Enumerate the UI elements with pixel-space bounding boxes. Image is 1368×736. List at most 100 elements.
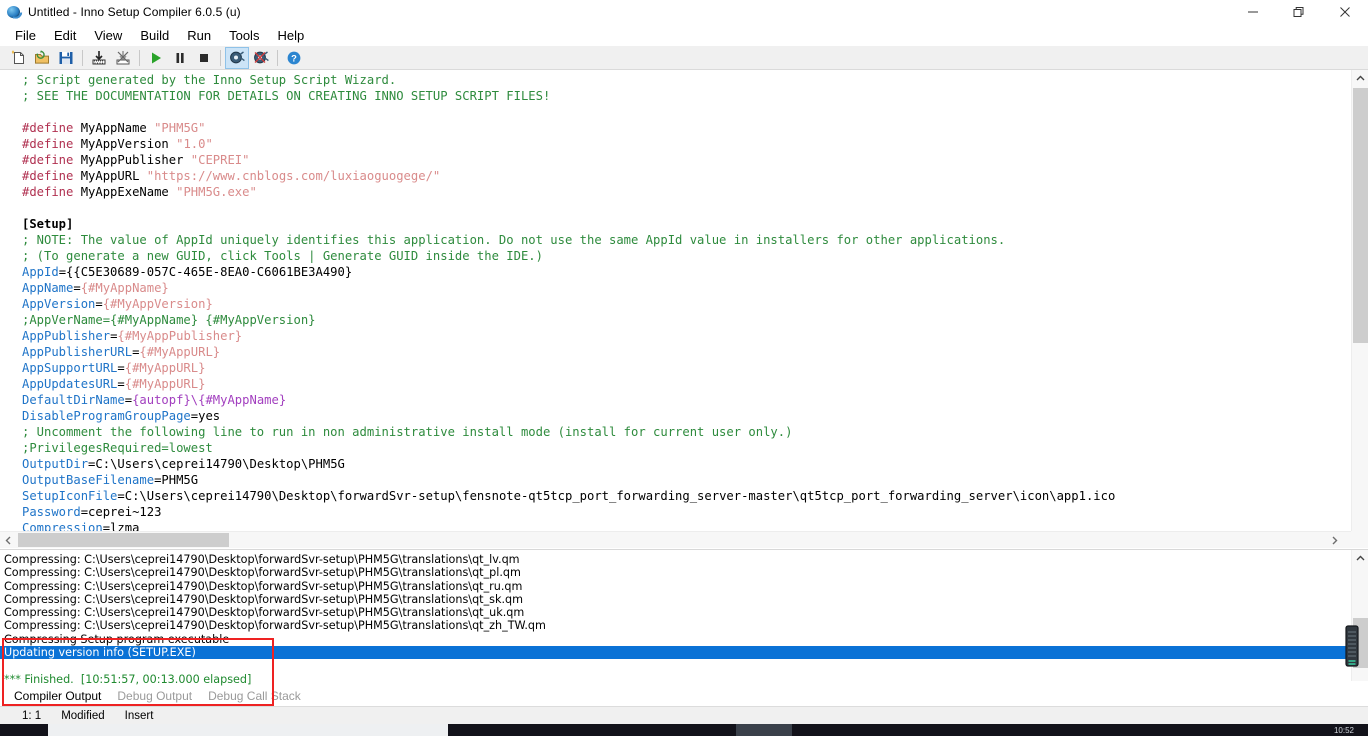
run-icon[interactable]	[144, 47, 168, 69]
code-line[interactable]	[22, 104, 1115, 120]
code-key: AppId	[22, 265, 59, 279]
help-icon[interactable]: ?	[282, 47, 306, 69]
code-identifier: MyAppURL	[73, 169, 147, 183]
stop-icon[interactable]	[192, 47, 216, 69]
target-off-icon[interactable]	[249, 47, 273, 69]
code-line[interactable]: ;AppVerName={#MyAppName} {#MyAppVersion}	[22, 312, 1115, 328]
code-line[interactable]: AppName={#MyAppName}	[22, 280, 1115, 296]
output-line[interactable]: Compressing: C:\Users\ceprei14790\Deskto…	[4, 606, 1350, 619]
code-line[interactable]: #define MyAppName "PHM5G"	[22, 120, 1115, 136]
code-line[interactable]: AppId={{C5E30689-057C-465E-8EA0-C6061BE3…	[22, 264, 1115, 280]
code-line[interactable]: DefaultDirName={autopf}\{#MyAppName}	[22, 392, 1115, 408]
code-line[interactable]: #define MyAppURL "https://www.cnblogs.co…	[22, 168, 1115, 184]
code-line[interactable]: ; SEE THE DOCUMENTATION FOR DETAILS ON C…	[22, 88, 1115, 104]
code-directive: #define	[22, 185, 74, 199]
open-file-icon[interactable]	[30, 47, 54, 69]
code-directive: #define	[22, 137, 74, 151]
code-key: DisableProgramGroupPage	[22, 409, 191, 423]
code-value: PHM5G	[161, 473, 199, 487]
code-section-header: [Setup]	[22, 217, 74, 231]
editor-horizontal-scrollbar[interactable]	[0, 531, 1351, 548]
output-vertical-scrollbar[interactable]	[1351, 550, 1368, 681]
code-line[interactable]: [Setup]	[22, 216, 1115, 232]
menu-edit[interactable]: Edit	[45, 26, 85, 45]
code-line[interactable]: ; Uncomment the following line to run in…	[22, 424, 1115, 440]
tab-compiler-output[interactable]: Compiler Output	[6, 689, 109, 703]
pause-icon[interactable]	[168, 47, 192, 69]
minimize-icon[interactable]	[1230, 0, 1276, 24]
code-line[interactable]: AppPublisher={#MyAppPublisher}	[22, 328, 1115, 344]
script-editor[interactable]: ; Script generated by the Inno Setup Scr…	[0, 70, 1368, 548]
code-line[interactable]: OutputBaseFilename=PHM5G	[22, 472, 1115, 488]
code-line[interactable]: ; NOTE: The value of AppId uniquely iden…	[22, 232, 1115, 248]
output-line[interactable]: Compressing: C:\Users\ceprei14790\Deskto…	[4, 553, 1350, 566]
code-line[interactable]: AppUpdatesURL={#MyAppURL}	[22, 376, 1115, 392]
scroll-right-arrow-icon[interactable]	[1326, 532, 1343, 549]
taskbar-active-window-strip	[48, 724, 448, 736]
code-key: AppPublisherURL	[22, 345, 133, 359]
stop-compile-icon[interactable]	[111, 47, 135, 69]
code-operator: =	[58, 265, 67, 279]
tab-debug-output[interactable]: Debug Output	[109, 689, 200, 703]
editor-vertical-scrollbar[interactable]	[1351, 70, 1368, 548]
menu-file[interactable]: File	[6, 26, 45, 45]
scroll-left-arrow-icon[interactable]	[0, 532, 17, 549]
code-comment: ;PrivilegesRequired=lowest	[22, 441, 213, 455]
menu-run[interactable]: Run	[178, 26, 220, 45]
code-line[interactable]: AppSupportURL={#MyAppURL}	[22, 360, 1115, 376]
code-line[interactable]: AppPublisherURL={#MyAppURL}	[22, 344, 1115, 360]
code-line[interactable]: DisableProgramGroupPage=yes	[22, 408, 1115, 424]
output-line[interactable]	[4, 659, 1350, 672]
output-line[interactable]: Compressing Setup program executable	[4, 633, 1350, 646]
code-value: ceprei~123	[88, 505, 162, 519]
code-line[interactable]: #define MyAppPublisher "CEPREI"	[22, 152, 1115, 168]
output-scroll-up-arrow-icon[interactable]	[1352, 550, 1368, 567]
code-value: {{C5E30689-057C-465E-8EA0-C6061BE3A490}	[66, 265, 353, 279]
code-value: C:\Users\ceprei14790\Desktop\forwardSvr-…	[124, 489, 1116, 503]
code-line[interactable]: ; (To generate a new GUID, click Tools |…	[22, 248, 1115, 264]
code-line[interactable]: SetupIconFile=C:\Users\ceprei14790\Deskt…	[22, 488, 1115, 504]
code-line[interactable]: #define MyAppExeName "PHM5G.exe"	[22, 184, 1115, 200]
menu-tools[interactable]: Tools	[220, 26, 268, 45]
code-identifier: MyAppVersion	[73, 137, 177, 151]
code-line[interactable]: Password=ceprei~123	[22, 504, 1115, 520]
target-icon[interactable]	[225, 46, 249, 69]
code-line[interactable]: OutputDir=C:\Users\ceprei14790\Desktop\P…	[22, 456, 1115, 472]
code-line[interactable]: ; Script generated by the Inno Setup Scr…	[22, 72, 1115, 88]
editor-vscroll-thumb[interactable]	[1353, 88, 1368, 343]
restore-icon[interactable]	[1276, 0, 1322, 24]
close-icon[interactable]	[1322, 0, 1368, 24]
code-string: "CEPREI"	[190, 153, 250, 167]
output-vscroll-thumb[interactable]	[1353, 618, 1368, 668]
code-value: {#MyAppURL}	[124, 361, 206, 375]
modified-status: Modified	[61, 709, 105, 722]
tab-debug-call-stack[interactable]: Debug Call Stack	[200, 689, 309, 703]
output-line[interactable]: Compressing: C:\Users\ceprei14790\Deskto…	[4, 619, 1350, 632]
output-line[interactable]: Updating version info (SETUP.EXE)	[0, 646, 1350, 660]
cursor-position: 1: 1	[22, 709, 42, 722]
scrollbar-corner	[1351, 531, 1368, 548]
code-operator: =	[190, 409, 199, 423]
code-line[interactable]	[22, 200, 1115, 216]
new-file-icon[interactable]	[6, 47, 30, 69]
code-value: {#MyAppName}	[80, 281, 169, 295]
menu-view[interactable]: View	[85, 26, 131, 45]
output-line[interactable]: Compressing: C:\Users\ceprei14790\Deskto…	[4, 580, 1350, 593]
code-operator: =	[95, 297, 103, 311]
code-key: SetupIconFile	[22, 489, 118, 503]
output-line[interactable]: *** Finished. [10:51:57, 00:13.000 elaps…	[4, 673, 1350, 686]
save-file-icon[interactable]	[54, 47, 78, 69]
menu-build[interactable]: Build	[131, 26, 178, 45]
scroll-up-arrow-icon[interactable]	[1352, 70, 1368, 87]
compile-icon[interactable]	[87, 47, 111, 69]
output-line[interactable]: Compressing: C:\Users\ceprei14790\Deskto…	[4, 593, 1350, 606]
editor-code-lines[interactable]: ; Script generated by the Inno Setup Scr…	[22, 72, 1115, 536]
output-line[interactable]: Compressing: C:\Users\ceprei14790\Deskto…	[4, 566, 1350, 579]
code-line[interactable]: ;PrivilegesRequired=lowest	[22, 440, 1115, 456]
code-line[interactable]: #define MyAppVersion "1.0"	[22, 136, 1115, 152]
editor-hscroll-thumb[interactable]	[18, 533, 229, 547]
menu-help[interactable]: Help	[268, 26, 313, 45]
code-string: "1.0"	[176, 137, 213, 151]
code-line[interactable]: AppVersion={#MyAppVersion}	[22, 296, 1115, 312]
compiler-output-lines[interactable]: Compressing: C:\Users\ceprei14790\Deskto…	[0, 553, 1350, 686]
